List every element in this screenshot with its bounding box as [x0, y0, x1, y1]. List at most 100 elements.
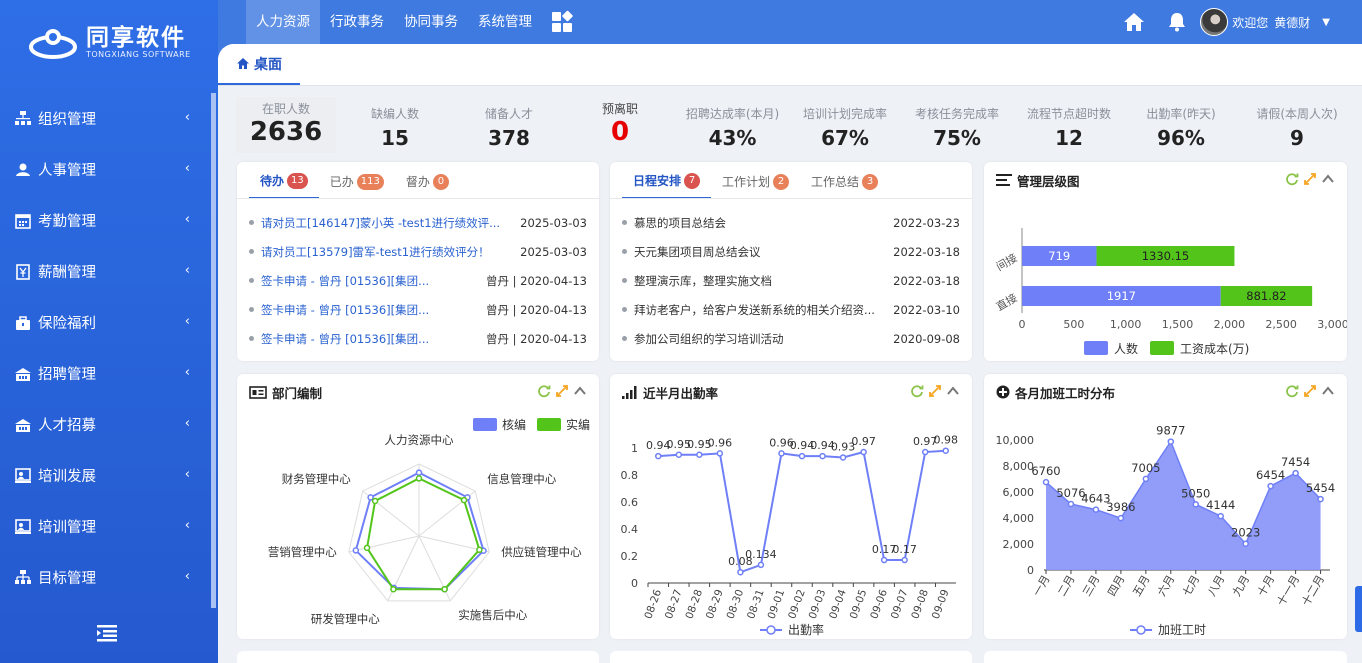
- refresh-icon[interactable]: [910, 384, 924, 398]
- tab-schedule-3[interactable]: 工作总结 3: [800, 172, 889, 199]
- list-item[interactable]: 慕思的项目总结会 2022-03-23: [622, 208, 960, 237]
- kpi-6[interactable]: 培训计划完成率 67%: [789, 97, 901, 153]
- list-item[interactable]: 天元集团项目周总结会议 2022-03-18: [622, 237, 960, 266]
- x-tick-label: 六月: [1155, 573, 1177, 599]
- chevron-left-icon: ‹: [184, 518, 190, 533]
- kpi-value: 0: [610, 117, 630, 147]
- radar-point: [371, 497, 379, 505]
- item-title[interactable]: 整理演示库，整理实施文档: [634, 273, 885, 289]
- kpi-value: 96%: [1157, 126, 1205, 150]
- top-nav-item[interactable]: 行政事务: [320, 0, 394, 44]
- kpi-label: 考核任务完成率: [914, 107, 999, 121]
- list-item[interactable]: 整理演示库，整理实施文档 2022-03-18: [622, 266, 960, 295]
- list-item[interactable]: 签卡申请 - 曾丹 [01536][集团... 曾丹 | 2020-04-13: [249, 266, 587, 295]
- expand-icon[interactable]: [928, 384, 942, 398]
- data-label: 7454: [1281, 455, 1310, 469]
- item-title[interactable]: 慕思的项目总结会: [634, 215, 885, 231]
- kpi-8[interactable]: 流程节点超时数 12: [1013, 97, 1125, 153]
- collapse-up-icon[interactable]: [946, 384, 960, 398]
- sidebar-scrollbar[interactable]: [211, 93, 216, 608]
- schedule-panel: 日程安排 7 工作计划 2 工作总结 3 慕思的项目总结会 2022-03-23 天元集团项目…: [610, 162, 972, 361]
- user-name[interactable]: 黄德财: [1274, 14, 1310, 31]
- collapse-up-icon[interactable]: [1321, 172, 1335, 186]
- line-point: [716, 450, 724, 457]
- tab-schedule-2[interactable]: 工作计划 2: [711, 172, 800, 199]
- item-title[interactable]: 签卡申请 - 曾丹 [01536][集团...: [261, 273, 478, 289]
- expand-icon[interactable]: [1303, 172, 1317, 186]
- kpi-4[interactable]: 预离职 0: [564, 97, 676, 153]
- tab-todo-1[interactable]: 待办 13: [249, 172, 319, 199]
- item-title[interactable]: 请对员工[13579]雷军-test1进行绩效评分！: [261, 244, 512, 260]
- bullet-dot: [622, 307, 627, 312]
- caret-down-icon[interactable]: ▼: [1322, 17, 1330, 28]
- line-point: [798, 452, 806, 460]
- tab-schedule-1[interactable]: 日程安排 7: [622, 172, 712, 199]
- refresh-icon[interactable]: [1285, 384, 1299, 398]
- kpi-10[interactable]: 请假(本周人次) 9: [1237, 97, 1357, 153]
- item-title[interactable]: 拜访老客户，给客户发送新系统的相关介绍资...: [634, 302, 885, 318]
- home-icon[interactable]: [1122, 11, 1146, 33]
- sidebar-item-5[interactable]: 保险福利 ‹: [0, 297, 210, 348]
- sidebar-item-6[interactable]: 招聘管理 ‹: [0, 348, 210, 399]
- sidebar-item-8[interactable]: 培训发展 ‹: [0, 450, 210, 501]
- item-title[interactable]: 参加公司组织的学习培训活动: [634, 331, 885, 347]
- collapse-up-icon[interactable]: [1321, 384, 1335, 398]
- bell-icon[interactable]: [1166, 11, 1188, 33]
- apps-grid-icon[interactable]: [550, 10, 574, 34]
- bullet-dot: [249, 336, 254, 341]
- todo-list: 请对员工[146147]蒙小英 -test1进行绩效评... 2025-03-03…: [249, 208, 587, 353]
- top-nav-item[interactable]: 协同事务: [394, 0, 468, 44]
- sidebar-item-10[interactable]: 目标管理 ‹: [0, 552, 210, 603]
- sidebar-item-2[interactable]: 人事管理 ‹: [0, 144, 210, 195]
- welcome-text: 欢迎您: [1232, 15, 1269, 30]
- data-label: 0.134: [745, 548, 777, 561]
- expand-icon[interactable]: [1303, 384, 1317, 398]
- attendance-title: 近半月出勤率: [643, 385, 719, 401]
- sidebar-item-1[interactable]: 组织管理 ‹: [0, 93, 210, 144]
- list-item[interactable]: 拜访老客户，给客户发送新系统的相关介绍资... 2022-03-10: [622, 295, 960, 324]
- sidebar-item-7[interactable]: 人才招募 ‹: [0, 399, 210, 450]
- list-item[interactable]: 签卡申请 - 曾丹 [01536][集团... 曾丹 | 2020-04-13: [249, 324, 587, 353]
- avatar[interactable]: [1200, 8, 1229, 36]
- data-label: 0.96: [708, 436, 733, 449]
- legend-swatch: [1150, 341, 1174, 355]
- kpi-9[interactable]: 出勤率(昨天) 96%: [1125, 97, 1237, 153]
- item-title[interactable]: 天元集团项目周总结会议: [634, 244, 885, 260]
- radar-point: [460, 496, 468, 504]
- kpi-1[interactable]: 在职人数 2636: [236, 97, 336, 153]
- item-title[interactable]: 签卡申请 - 曾丹 [01536][集团...: [261, 331, 478, 347]
- top-bar: 人力资源 行政事务 协同事务 系统管理 欢迎您 黄德财 ▼: [246, 0, 1362, 44]
- collapse-up-icon[interactable]: [573, 384, 587, 398]
- collapse-menu-icon[interactable]: [94, 622, 120, 644]
- refresh-icon[interactable]: [1285, 172, 1299, 186]
- sidebar-item-9[interactable]: 培训管理 ‹: [0, 501, 210, 552]
- page-scrollbar[interactable]: [1355, 586, 1362, 632]
- kpi-2[interactable]: 缺编人数 15: [336, 97, 454, 153]
- expand-icon[interactable]: [555, 384, 569, 398]
- line-point: [839, 454, 847, 461]
- sidebar-item-4[interactable]: 薪酬管理 ‹: [0, 246, 210, 297]
- list-item[interactable]: 请对员工[13579]雷军-test1进行绩效评分！ 2025-03-03: [249, 237, 587, 266]
- x-tick-label: 十二月: [1299, 573, 1328, 609]
- list-item[interactable]: 请对员工[146147]蒙小英 -test1进行绩效评... 2025-03-03: [249, 208, 587, 237]
- top-nav-item[interactable]: 系统管理: [468, 0, 542, 44]
- building-icon: [14, 416, 32, 434]
- item-title[interactable]: 请对员工[146147]蒙小英 -test1进行绩效评...: [261, 215, 512, 231]
- kpi-5[interactable]: 招聘达成率(本月) 43%: [676, 97, 789, 153]
- refresh-icon[interactable]: [537, 384, 551, 398]
- tab-todo-3[interactable]: 督办 0: [395, 172, 460, 199]
- panel-header: 各月加班工时分布: [984, 374, 1347, 410]
- list-item[interactable]: 签卡申请 - 曾丹 [01536][集团... 曾丹 | 2020-04-13: [249, 295, 587, 324]
- item-title[interactable]: 签卡申请 - 曾丹 [01536][集团...: [261, 302, 478, 318]
- hierarchy-panel: 管理层级图 0 500 1,000 1,500 2,000 2,500 3,000 间接 719…: [984, 162, 1347, 361]
- sidebar-item-3[interactable]: 考勤管理 ‹: [0, 195, 210, 246]
- top-nav-item[interactable]: 人力资源: [246, 0, 320, 44]
- list-item[interactable]: 参加公司组织的学习培训活动 2020-09-08: [622, 324, 960, 353]
- kpi-3[interactable]: 储备人才 378: [454, 97, 564, 153]
- tab-todo-2[interactable]: 已办 113: [319, 172, 395, 199]
- tab-desktop[interactable]: 桌面: [218, 44, 300, 85]
- radar-point: [415, 475, 423, 482]
- kpi-7[interactable]: 考核任务完成率 75%: [901, 97, 1013, 153]
- sidebar-item-label: 培训发展: [38, 469, 96, 485]
- tab-label: 督办: [405, 175, 430, 189]
